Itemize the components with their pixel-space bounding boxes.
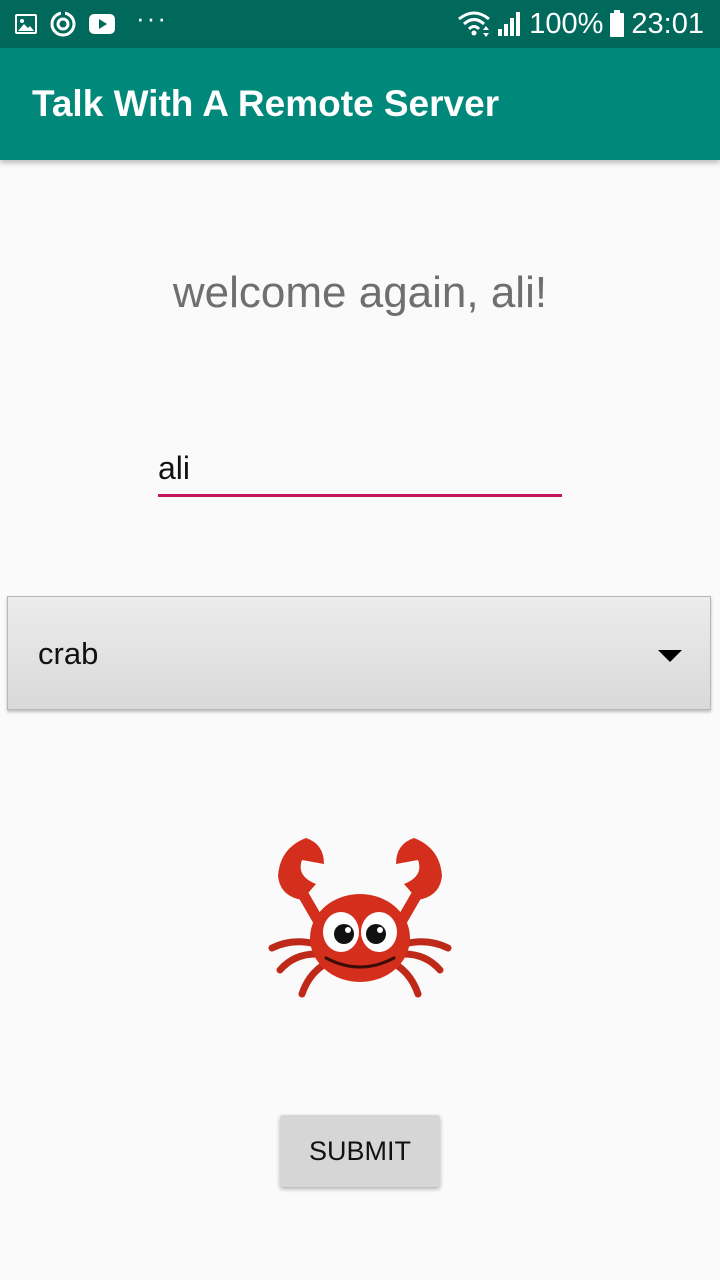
animal-spinner[interactable]: crab [7, 596, 711, 710]
spinner-selected-value: crab [38, 636, 99, 671]
signal-icon [498, 12, 521, 36]
youtube-icon [89, 14, 115, 34]
crab-icon [268, 838, 452, 998]
battery-percent: 100% [529, 8, 604, 40]
gallery-icon [15, 14, 37, 34]
wifi-icon [458, 11, 491, 37]
sync-icon [50, 11, 76, 37]
status-notifications: ··· [14, 4, 168, 38]
app-title: Talk With A Remote Server [32, 83, 500, 124]
dropdown-arrow-icon [658, 650, 682, 662]
submit-button[interactable]: SUBMIT [280, 1115, 440, 1187]
welcome-text: welcome again, ali! [172, 268, 548, 317]
battery-icon [610, 10, 625, 37]
name-input[interactable]: ali [158, 446, 562, 497]
status-system: 100% 23:01 [457, 8, 704, 40]
overflow-dots: ··· [136, 3, 168, 33]
app-bar: Talk With A Remote Server [0, 48, 720, 160]
status-bar: ··· 100% 23:01 [0, 0, 720, 48]
name-input-value: ali [158, 450, 191, 486]
clock: 23:01 [631, 8, 704, 40]
